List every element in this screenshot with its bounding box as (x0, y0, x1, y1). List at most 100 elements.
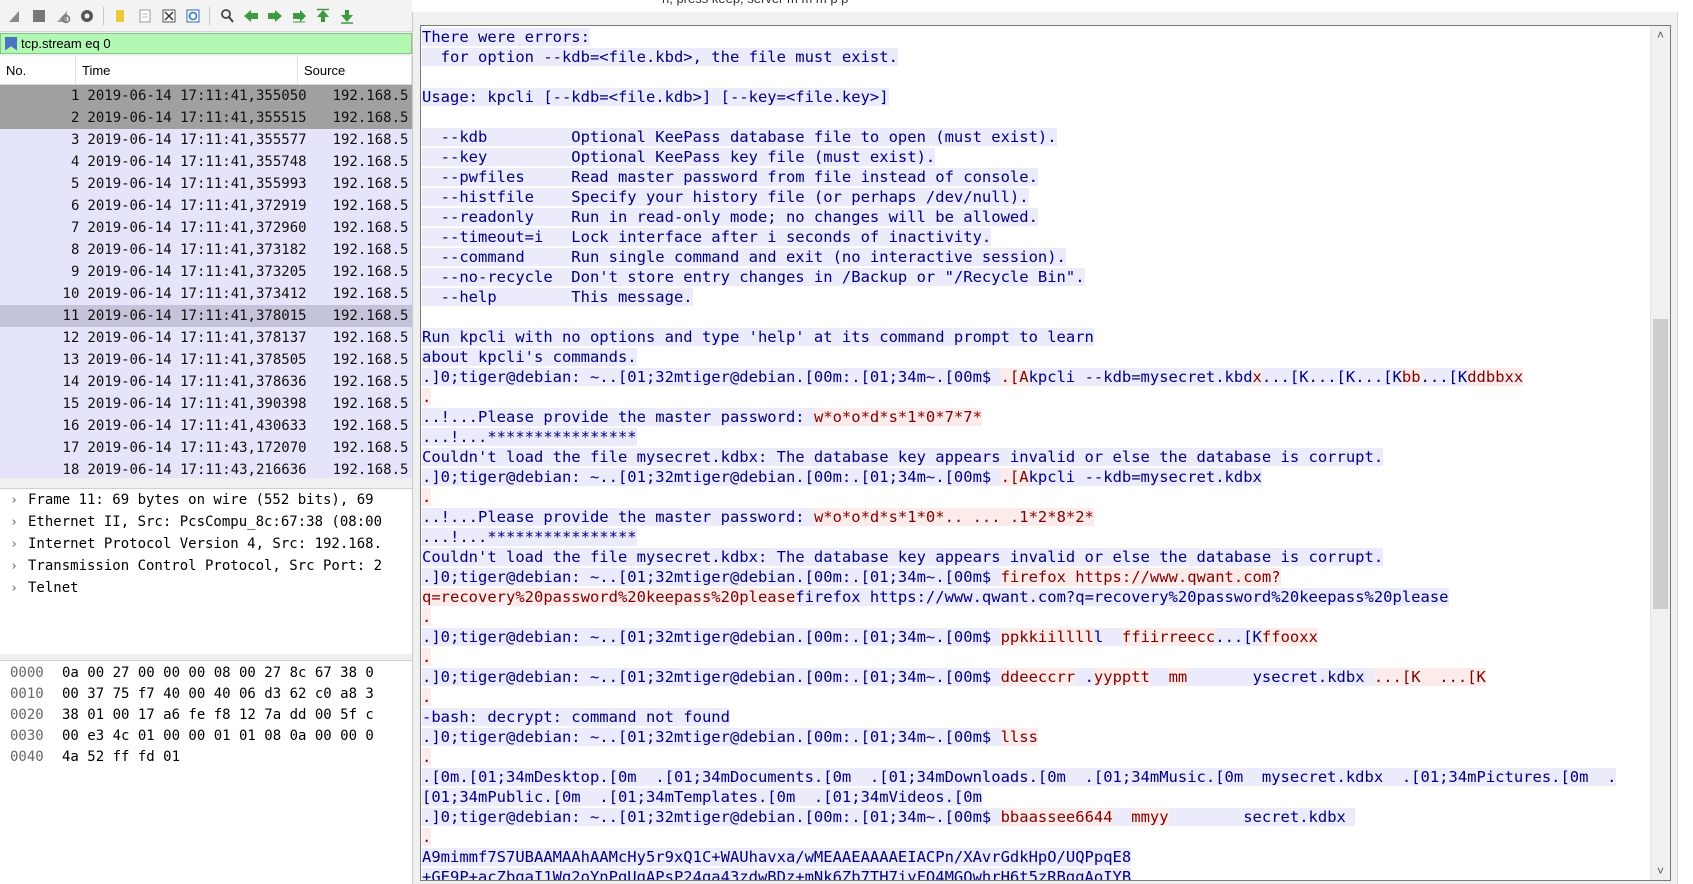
column-header-time[interactable]: Time (76, 56, 298, 84)
shark-fin-start-icon[interactable] (4, 5, 25, 26)
packet-number: 16 (62, 418, 80, 434)
column-header-no[interactable]: No. (0, 56, 76, 84)
byte-offset: 0020 (10, 707, 44, 723)
scroll-up-icon[interactable]: ˄ (1651, 26, 1670, 44)
packet-row[interactable]: 15 2019-06-14 17:11:41,390398 192.168.5 (0, 393, 412, 415)
go-back-icon[interactable] (240, 5, 261, 26)
packet-time: 2019-06-14 17:11:41,355993 (87, 176, 307, 192)
packet-source: 192.168.5 (332, 440, 409, 456)
packet-details-tree[interactable]: › Frame 11: 69 bytes on wire (552 bits), … (0, 488, 412, 654)
packet-source: 192.168.5 (332, 396, 409, 412)
packet-source: 192.168.5 (332, 154, 409, 170)
stream-line: Run kpcli with no options and type 'help… (422, 327, 1652, 347)
chevron-right-icon[interactable]: › (0, 493, 28, 508)
packet-row[interactable]: 4 2019-06-14 17:11:41,355748 192.168.5 (0, 151, 412, 173)
packet-row[interactable]: 5 2019-06-14 17:11:41,355993 192.168.5 (0, 173, 412, 195)
open-folder-icon[interactable] (110, 5, 131, 26)
restart-icon[interactable] (52, 5, 73, 26)
byte-offset: 0040 (10, 749, 44, 765)
chevron-right-icon[interactable]: › (0, 581, 28, 596)
packet-row[interactable]: 17 2019-06-14 17:11:43,172070 192.168.5 (0, 437, 412, 459)
packet-row[interactable]: 2 2019-06-14 17:11:41,355515 192.168.5 (0, 107, 412, 129)
packet-list-header: No. Time Source (0, 56, 412, 85)
packet-row[interactable]: 3 2019-06-14 17:11:41,355577 192.168.5 (0, 129, 412, 151)
packet-row[interactable]: 9 2019-06-14 17:11:41,373205 192.168.5 (0, 261, 412, 283)
scroll-down-icon[interactable]: ˅ (1651, 862, 1670, 880)
close-file-icon[interactable] (158, 5, 179, 26)
packet-time: 2019-06-14 17:11:41,355050 (87, 88, 307, 104)
stop-icon[interactable] (28, 5, 49, 26)
client-text: .[A (1000, 368, 1029, 386)
packet-row[interactable]: 8 2019-06-14 17:11:41,373182 192.168.5 (0, 239, 412, 261)
packet-row[interactable]: 11 2019-06-14 17:11:41,378015 192.168.5 (0, 305, 412, 327)
find-icon[interactable] (216, 5, 237, 26)
stream-line: ...!...**************** (422, 427, 1652, 447)
bytes-row: 0010 00 37 75 f7 40 00 40 06 d3 62 c0 a8 … (0, 686, 412, 707)
packet-list[interactable]: 1 2019-06-14 17:11:41,355050 192.168.5 2 201… (0, 85, 412, 478)
server-text: ..!...Please provide the master password… (422, 408, 814, 426)
go-first-icon[interactable] (312, 5, 333, 26)
chevron-right-icon[interactable]: › (0, 515, 28, 530)
client-text: ffiirreecc (1121, 628, 1216, 646)
stream-line: --help This message. (422, 287, 1652, 307)
client-text: mm (1168, 668, 1188, 686)
packet-time: 2019-06-14 17:11:41,355515 (87, 110, 307, 126)
client-text: w*o*o*d*s*1*0*7*7* (813, 408, 982, 426)
server-text: l (1093, 628, 1122, 646)
go-last-icon[interactable] (336, 5, 357, 26)
packet-number: 7 (70, 220, 80, 236)
packet-source: 192.168.5 (332, 374, 409, 390)
byte-hex: 00 e3 4c 01 00 00 01 01 08 0a 00 00 0 (62, 728, 374, 744)
packet-time: 2019-06-14 17:11:41,373412 (87, 286, 307, 302)
stream-line: .]0;tiger@debian: ~..[01;32mtiger@debian… (422, 567, 1652, 587)
save-file-icon[interactable] (134, 5, 155, 26)
server-text: kpcli --kdb=mysecret.kdbx (1028, 468, 1262, 486)
packet-row[interactable]: 12 2019-06-14 17:11:41,378137 192.168.5 (0, 327, 412, 349)
window-edge (1677, 12, 1693, 884)
reload-icon[interactable] (182, 5, 203, 26)
column-header-source[interactable]: Source (298, 56, 412, 84)
options-gear-icon[interactable] (76, 5, 97, 26)
stream-line: . (422, 687, 1652, 707)
packet-row[interactable]: 10 2019-06-14 17:11:41,373412 192.168.5 (0, 283, 412, 305)
detail-label: Transmission Control Protocol, Src Port:… (28, 558, 383, 574)
server-text: --no-recycle Don't store entry changes i… (422, 268, 1085, 286)
vertical-scrollbar[interactable]: ˄ ˅ (1650, 26, 1670, 880)
go-forward-icon[interactable] (264, 5, 285, 26)
detail-tree-item[interactable]: › Internet Protocol Version 4, Src: 192.1… (0, 533, 412, 555)
detail-tree-item[interactable]: › Telnet (0, 577, 412, 599)
chevron-right-icon[interactable]: › (0, 559, 28, 574)
detail-tree-item[interactable]: › Frame 11: 69 bytes on wire (552 bits), … (0, 489, 412, 511)
detail-tree-item[interactable]: › Transmission Control Protocol, Src Port… (0, 555, 412, 577)
server-text (1149, 668, 1169, 686)
display-filter-bar[interactable]: tcp.stream eq 0 (0, 33, 412, 54)
bytes-row: 0030 00 e3 4c 01 00 00 01 01 08 0a 00 00 … (0, 728, 412, 749)
packet-row[interactable]: 14 2019-06-14 17:11:41,378636 192.168.5 (0, 371, 412, 393)
client-text: x (1252, 368, 1262, 386)
display-filter-input[interactable]: tcp.stream eq 0 (21, 36, 111, 51)
server-text: for option --kdb=<file.kbd>, the file mu… (422, 48, 898, 66)
stream-line: Couldn't load the file mysecret.kdbx: Th… (422, 547, 1652, 567)
packet-time: 2019-06-14 17:11:41,355577 (87, 132, 307, 148)
scrollbar-thumb[interactable] (1653, 319, 1668, 609)
byte-offset: 0000 (10, 665, 44, 681)
packet-source: 192.168.5 (332, 330, 409, 346)
packet-row[interactable]: 18 2019-06-14 17:11:43,216636 192.168.5 (0, 459, 412, 478)
server-text: +GE9P+acZbgaI1Wg2oYnPgUgAPsP24ga43zdwBDz… (422, 868, 1132, 880)
packet-number: 1 (70, 88, 80, 104)
stream-content-pane[interactable]: There were errors: for option --kdb=<fil… (420, 25, 1671, 881)
packet-row[interactable]: 13 2019-06-14 17:11:41,378505 192.168.5 (0, 349, 412, 371)
server-text: .]0;tiger@debian: ~..[01;32mtiger@debian… (422, 668, 1001, 686)
packet-row[interactable]: 1 2019-06-14 17:11:41,355050 192.168.5 (0, 85, 412, 107)
packet-source: 192.168.5 (332, 418, 409, 434)
packet-number: 17 (62, 440, 80, 456)
go-to-packet-icon[interactable] (288, 5, 309, 26)
packet-row[interactable]: 7 2019-06-14 17:11:41,372960 192.168.5 (0, 217, 412, 239)
packet-row[interactable]: 16 2019-06-14 17:11:41,430633 192.168.5 (0, 415, 412, 437)
byte-offset: 0030 (10, 728, 44, 744)
client-text: . (422, 388, 432, 406)
chevron-right-icon[interactable]: › (0, 537, 28, 552)
packet-row[interactable]: 6 2019-06-14 17:11:41,372919 192.168.5 (0, 195, 412, 217)
bookmark-icon[interactable] (5, 36, 17, 51)
detail-tree-item[interactable]: › Ethernet II, Src: PcsCompu_8c:67:38 (08… (0, 511, 412, 533)
